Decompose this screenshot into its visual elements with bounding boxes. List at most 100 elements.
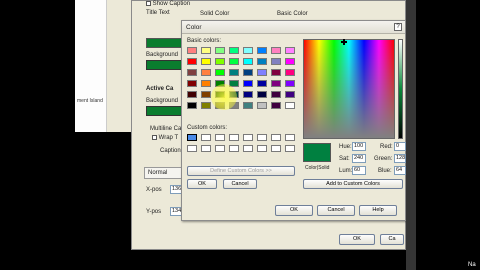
custom-color-slot[interactable] [257,145,267,152]
custom-color-slot[interactable] [201,145,211,152]
basic-color-swatch[interactable] [285,91,295,98]
hue-label: Hue: [339,144,352,150]
show-caption-checkbox[interactable]: Show Caption [146,1,190,7]
custom-color-slot[interactable] [229,134,239,141]
basic-colors-label: Basic colors: [187,38,222,44]
color-cancel-button[interactable]: Cancel [223,179,257,189]
basic-color-swatch[interactable] [257,91,267,98]
define-custom-colors-button[interactable]: Define Custom Colors >> [187,166,295,176]
red-input[interactable]: 0 [394,142,406,151]
basic-color-swatch[interactable] [187,102,197,109]
multiline-caption-label: Multiline Ca [150,126,182,132]
background-label-2: Background [146,98,179,104]
custom-color-slot[interactable] [257,134,267,141]
custom-color-slot[interactable] [201,134,211,141]
basic-color-swatch[interactable] [201,91,211,98]
basic-color-swatch[interactable] [271,47,281,54]
custom-color-slot[interactable] [285,145,295,152]
basic-color-swatch[interactable] [201,102,211,109]
custom-color-slot[interactable] [285,134,295,141]
luminance-bar[interactable] [398,39,403,139]
basic-color-swatch[interactable] [229,47,239,54]
main-ok-button[interactable]: OK [339,234,375,245]
basic-color-swatch[interactable] [257,80,267,87]
custom-color-slot[interactable] [187,145,197,152]
basic-color-swatch[interactable] [257,102,267,109]
solid-color-option[interactable]: Solid Color [200,11,229,17]
dialog-help-button[interactable]: Help [359,205,397,216]
normal-field[interactable]: Normal [144,167,184,179]
basic-color-swatch[interactable] [243,102,253,109]
basic-color-swatch[interactable] [243,47,253,54]
property-strip: ment Island [75,0,107,132]
basic-color-swatch[interactable] [187,47,197,54]
basic-color-swatch[interactable] [229,69,239,76]
custom-colors-label: Custom colors: [187,125,228,131]
basic-color-swatch[interactable] [215,58,225,65]
blue-input[interactable]: 64 [394,166,406,175]
wrap-text-checkbox[interactable]: Wrap T [152,135,178,141]
basic-color-swatch[interactable] [187,58,197,65]
custom-colors-grid [187,134,299,158]
basic-color-swatch[interactable] [257,69,267,76]
background-color-box[interactable] [146,60,184,70]
custom-color-slot[interactable] [243,134,253,141]
custom-color-slot[interactable] [243,145,253,152]
basic-color-swatch[interactable] [257,47,267,54]
basic-color-swatch[interactable] [201,69,211,76]
right-edge-shadow [406,0,416,270]
basic-color-swatch[interactable] [215,47,225,54]
basic-color-swatch[interactable] [271,102,281,109]
custom-color-slot[interactable] [215,145,225,152]
custom-color-slot[interactable] [187,134,197,141]
main-cancel-button[interactable]: Ca [380,234,404,245]
title-text-label: Title Text [146,10,170,16]
basic-color-swatch[interactable] [243,91,253,98]
color-spectrum[interactable] [303,39,395,139]
lum-input[interactable]: 60 [352,166,366,175]
hue-input[interactable]: 100 [352,142,366,151]
basic-color-option[interactable]: Basic Color [277,11,308,17]
dialog-ok-button[interactable]: OK [275,205,313,216]
basic-color-swatch[interactable] [215,69,225,76]
left-black-area [0,0,75,270]
basic-color-swatch[interactable] [285,58,295,65]
basic-color-swatch[interactable] [271,80,281,87]
basic-color-swatch[interactable] [187,91,197,98]
basic-color-swatch[interactable] [271,91,281,98]
background-label: Background [146,52,179,58]
color-ok-button[interactable]: OK [187,179,217,189]
basic-color-swatch[interactable] [271,69,281,76]
basic-color-swatch[interactable] [229,58,239,65]
basic-color-swatch[interactable] [201,47,211,54]
basic-color-swatch[interactable] [201,80,211,87]
dialog-cancel-button[interactable]: Cancel [317,205,355,216]
basic-color-swatch[interactable] [257,58,267,65]
help-icon[interactable]: ? [394,23,402,31]
custom-color-slot[interactable] [229,145,239,152]
basic-color-swatch[interactable] [187,69,197,76]
basic-color-swatch[interactable] [243,58,253,65]
basic-color-swatch[interactable] [243,80,253,87]
add-custom-colors-button[interactable]: Add to Custom Colors [303,179,403,189]
basic-color-swatch[interactable] [243,69,253,76]
crosshair-icon [341,39,347,45]
basic-color-swatch[interactable] [285,102,295,109]
color-dialog-titlebar: Color ? [182,21,405,34]
basic-color-swatch[interactable] [201,58,211,65]
sat-input[interactable]: 240 [352,154,366,163]
green-input[interactable]: 128 [394,154,406,163]
cursor-highlight [211,84,237,110]
basic-color-swatch[interactable] [285,80,295,87]
basic-color-swatch[interactable] [187,80,197,87]
basic-color-swatch[interactable] [271,58,281,65]
sat-label: Sat: [339,156,350,162]
strip-label: ment Island [77,98,103,104]
basic-color-swatch[interactable] [285,69,295,76]
custom-color-slot[interactable] [271,134,281,141]
active-background-swatch[interactable] [146,106,184,116]
background-color-swatch[interactable] [146,38,184,48]
custom-color-slot[interactable] [215,134,225,141]
custom-color-slot[interactable] [271,145,281,152]
basic-color-swatch[interactable] [285,47,295,54]
